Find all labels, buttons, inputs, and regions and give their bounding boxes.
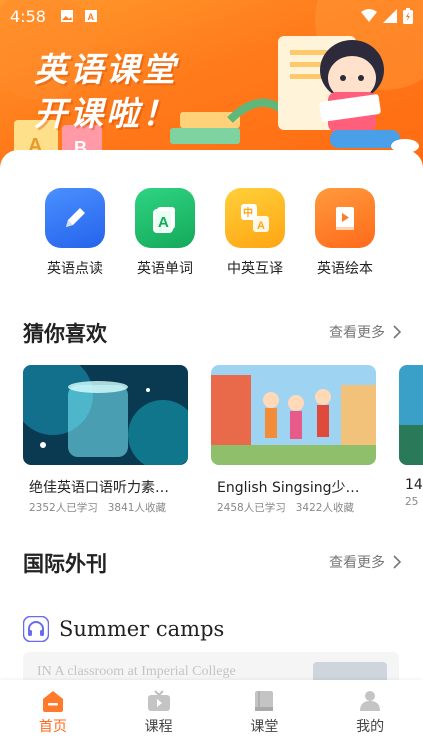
main-content: 英语点读 A 英语单词 中A 中英互译 英语绘本 猜你喜欢 查看更多 绝佳英语口… [0, 150, 423, 692]
user-icon [360, 691, 381, 711]
app-notification-icon: A [84, 10, 97, 22]
wifi-icon [361, 9, 377, 22]
quick-item-translate[interactable]: 中A 中英互译 [210, 188, 300, 278]
tab-label: 我的 [356, 719, 385, 735]
quick-item-words[interactable]: A 英语单词 [120, 188, 210, 278]
tab-label: 首页 [38, 719, 67, 735]
chevron-right-icon [393, 325, 401, 339]
quick-item-picture-book[interactable]: 英语绘本 [300, 188, 390, 278]
see-more-link[interactable]: 查看更多 [329, 322, 401, 342]
course-title: English Singsing少儿… [217, 480, 371, 496]
course-favorites: 3841人收藏 [107, 502, 166, 514]
quick-label: 英语绘本 [317, 261, 373, 277]
home-icon [42, 691, 63, 712]
tab-label: 课程 [144, 719, 173, 735]
course-card[interactable]: English Singsing少儿… 2458人已学习 3422人收藏 [211, 365, 376, 515]
course-learners: 2458人已学习 [217, 502, 286, 514]
chevron-right-icon [393, 555, 401, 569]
banner-title-line1: 英语课堂 [34, 50, 178, 89]
course-title: 绝佳英语口语听力素… [29, 480, 169, 496]
headphones-icon [23, 616, 49, 642]
course-learners: 25 [405, 496, 419, 508]
course-thumbnail [211, 365, 376, 465]
journal-section-header: 国际外刊 查看更多 [0, 548, 423, 578]
course-meta: 25 [399, 496, 423, 508]
course-carousel[interactable]: 绝佳英语口语听力素… 2352人已学习 3841人收藏 English Sing… [23, 365, 423, 515]
picture-book-icon [315, 188, 375, 248]
svg-text:中: 中 [243, 206, 253, 219]
article-preview: IN A classroom at Imperial College [37, 664, 236, 679]
gallery-icon [60, 10, 73, 22]
status-bar: 4:58 A [0, 0, 423, 32]
battery-icon [403, 8, 413, 24]
section-title: 猜你喜欢 [23, 322, 107, 346]
quick-label: 中英互译 [227, 261, 283, 277]
tab-label: 课堂 [250, 719, 279, 735]
see-more-link[interactable]: 查看更多 [329, 552, 401, 572]
svg-text:A: A [257, 220, 265, 232]
section-title: 国际外刊 [23, 552, 107, 576]
course-card[interactable]: 14 25 [399, 365, 423, 508]
tv-icon [147, 690, 170, 711]
svg-text:A: A [158, 214, 169, 231]
course-thumbnail [399, 365, 423, 465]
course-favorites: 3422人收藏 [295, 502, 354, 514]
quick-label: 英语单词 [137, 261, 193, 277]
status-time: 4:58 [10, 6, 46, 26]
letter-a-card-icon: A [135, 188, 195, 248]
article-header[interactable]: Summer camps [23, 616, 224, 642]
quick-actions: 英语点读 A 英语单词 中A 中英互译 英语绘本 [0, 188, 423, 278]
guess-section-header: 猜你喜欢 查看更多 [0, 318, 423, 348]
course-title: 14 [405, 477, 423, 493]
pencil-icon [45, 188, 105, 248]
bottom-tab-bar: 首页 课程 课堂 我的 [0, 680, 423, 751]
book-icon [255, 691, 274, 711]
quick-label: 英语点读 [47, 261, 103, 277]
tab-classroom[interactable]: 课堂 [212, 680, 318, 751]
banner-title: 英语课堂 开课啦！ [34, 48, 178, 136]
tab-courses[interactable]: 课程 [106, 680, 212, 751]
course-meta: 2352人已学习 3841人收藏 [23, 500, 188, 515]
signal-icon [383, 9, 397, 23]
tab-profile[interactable]: 我的 [317, 680, 423, 751]
see-more-label: 查看更多 [329, 555, 385, 571]
article-title: Summer camps [59, 617, 225, 641]
see-more-label: 查看更多 [329, 325, 385, 341]
course-card[interactable]: 绝佳英语口语听力素… 2352人已学习 3841人收藏 [23, 365, 188, 515]
translate-icon: 中A [225, 188, 285, 248]
home-screen: A B 英语课堂 开课啦！ 4:58 A 英语点读 A 英语单词 中 A 中英互… [0, 0, 423, 751]
course-thumbnail [23, 365, 188, 465]
banner-title-line2: 开课啦！ [34, 94, 178, 133]
quick-item-read[interactable]: 英语点读 [30, 188, 120, 278]
svg-text:A: A [87, 12, 94, 22]
course-meta: 2458人已学习 3422人收藏 [211, 500, 376, 515]
tab-home[interactable]: 首页 [0, 680, 106, 751]
course-learners: 2352人已学习 [29, 502, 98, 514]
